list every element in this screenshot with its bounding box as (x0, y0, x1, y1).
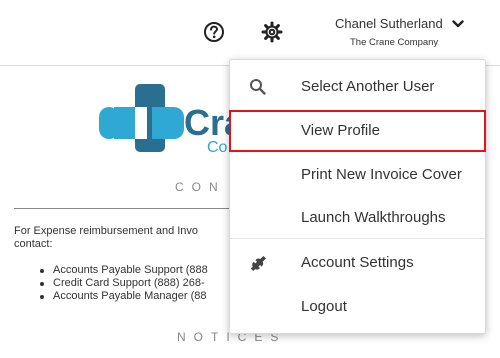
user-dropdown-menu: Select Another User View Profile Print N… (229, 59, 486, 334)
contact-intro-line1: For Expense reimbursement and Invo (14, 225, 199, 237)
contact-intro: For Expense reimbursement and Invo conta… (14, 225, 229, 251)
menu-item-account-settings[interactable]: Account Settings (230, 242, 485, 284)
contact-item-credit-card: Credit Card Support (888) 268- (38, 277, 229, 290)
app-root: Cra Co CON For Expense reimbursement and… (0, 0, 500, 358)
menu-item-label: Print New Invoice Cover (301, 166, 462, 183)
menu-item-label: Launch Walkthroughs (301, 209, 446, 226)
svg-text:Co: Co (207, 139, 228, 156)
menu-item-launch-walkthroughs[interactable]: Launch Walkthroughs (230, 197, 485, 239)
contact-heading: CON (175, 180, 226, 194)
menu-item-view-profile[interactable]: View Profile (229, 110, 486, 152)
menu-item-print-new-invoice-cover[interactable]: Print New Invoice Cover (230, 154, 485, 196)
chevron-down-icon (452, 20, 464, 28)
contact-intro-line2: contact: (14, 238, 53, 250)
question-circle-icon (204, 22, 224, 42)
wrench-icon (248, 253, 268, 273)
help-button[interactable] (202, 20, 226, 44)
menu-item-label: Logout (301, 298, 347, 315)
search-icon (248, 77, 268, 97)
menu-item-label: Select Another User (301, 78, 435, 95)
gear-icon (261, 21, 283, 43)
settings-button[interactable] (260, 20, 284, 44)
company-logo: Cra Co (99, 84, 245, 156)
user-menu-toggle[interactable]: Chanel Sutherland The Crane Company (330, 14, 470, 54)
contact-list: Accounts Payable Support (888 Credit Car… (38, 264, 229, 303)
menu-divider (230, 238, 485, 239)
top-header: Chanel Sutherland The Crane Company (0, 0, 500, 66)
section-divider (14, 208, 229, 209)
user-name: Chanel Sutherland (335, 16, 443, 31)
user-company: The Crane Company (350, 37, 439, 48)
contact-item-ap-support: Accounts Payable Support (888 (38, 264, 229, 277)
menu-item-logout[interactable]: Logout (230, 286, 485, 328)
menu-item-label: Account Settings (301, 254, 414, 271)
menu-item-label: View Profile (301, 122, 380, 139)
contact-item-ap-manager: Accounts Payable Manager (88 (38, 290, 229, 303)
menu-item-select-another-user[interactable]: Select Another User (230, 66, 485, 108)
